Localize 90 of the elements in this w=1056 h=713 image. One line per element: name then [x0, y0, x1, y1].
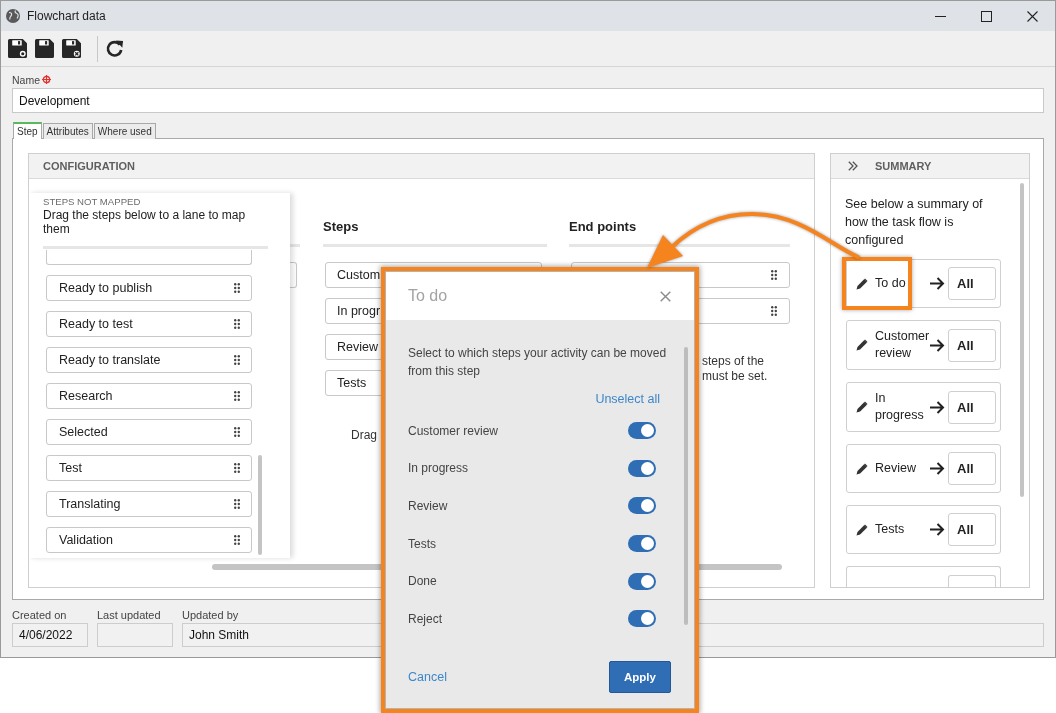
option-label: Review: [408, 499, 448, 513]
close-icon[interactable]: [1026, 10, 1038, 22]
toggle-switch[interactable]: [628, 497, 656, 515]
drag-handle-icon[interactable]: [234, 535, 240, 545]
summary-card[interactable]: Customer review All: [846, 320, 1001, 370]
tab[interactable]: Attributes: [42, 123, 93, 139]
option-label: In progress: [408, 461, 469, 476]
field-label: Name: [12, 73, 40, 86]
vertical-scrollbar[interactable]: [1020, 183, 1024, 497]
toggle-switch[interactable]: [628, 572, 656, 590]
section-title: SUMMARY: [875, 160, 932, 172]
summary-card[interactable]: In progress All: [846, 382, 1001, 432]
step-name: To do: [875, 275, 907, 292]
drag-handle-icon[interactable]: [234, 319, 240, 329]
toggle-switch[interactable]: [628, 610, 656, 628]
cut-off-step-card: [290, 262, 297, 288]
double-chevron-icon[interactable]: [848, 161, 858, 171]
readonly-field[interactable]: 4/06/2022: [12, 623, 88, 647]
toggle-switch[interactable]: [628, 535, 656, 553]
pencil-icon: [856, 277, 868, 290]
drag-handle-icon[interactable]: [234, 427, 240, 437]
drag-handle-icon[interactable]: [771, 306, 777, 316]
section-title: CONFIGURATION: [43, 160, 136, 172]
arrow-right-icon: [930, 462, 945, 475]
toggle-switch[interactable]: [628, 459, 656, 477]
option-label: Done: [408, 574, 437, 589]
globe-icon: [6, 9, 20, 23]
step-card[interactable]: Ready to translate: [46, 347, 252, 373]
arrow-right-icon: [930, 400, 945, 414]
allowed-steps-field: All: [948, 452, 996, 485]
summary-card[interactable]: Review All: [846, 444, 1001, 493]
vertical-scrollbar[interactable]: [684, 347, 688, 625]
allowed-steps-field: All: [948, 390, 996, 424]
save-icon[interactable]: [35, 39, 54, 58]
arrow-right-icon: [930, 338, 945, 352]
step-card[interactable]: Selected: [46, 419, 252, 445]
pencil-icon: [856, 401, 868, 413]
allowed-steps-field: All: [948, 513, 996, 546]
hint-text: Drag the steps below to a lane to map them: [43, 208, 247, 236]
step-card[interactable]: Translating: [46, 491, 252, 517]
toggle-switch[interactable]: [628, 422, 656, 440]
lane-title: Steps: [323, 219, 359, 235]
drop-hint: Drag: [351, 428, 377, 443]
step-card[interactable]: Test: [46, 455, 252, 481]
refresh-icon[interactable]: [105, 39, 124, 58]
step-name: Tests: [875, 521, 906, 538]
arrow-right-icon: [930, 277, 945, 290]
tab[interactable]: Where used: [93, 123, 156, 139]
vertical-scrollbar[interactable]: [258, 455, 262, 555]
maximize-icon[interactable]: [980, 10, 992, 22]
drag-handle-icon[interactable]: [234, 355, 240, 365]
note-text: steps of the: [702, 354, 765, 369]
apply-button[interactable]: Apply: [609, 661, 671, 693]
window-title: Flowchart data: [27, 9, 106, 23]
arrow-right-icon: [930, 523, 945, 536]
pencil-icon: [856, 339, 868, 351]
lane-title: End points: [569, 219, 637, 235]
summary-text: See below a summary of how the task flow is configured: [845, 196, 984, 249]
step-name: In progress: [875, 390, 925, 424]
field-label: Created on: [12, 608, 67, 622]
drag-handle-icon[interactable]: [771, 270, 777, 280]
readonly-field[interactable]: [97, 623, 173, 647]
dialog-title: To do: [408, 287, 448, 305]
option-label: Reject: [408, 611, 442, 626]
field-label: Last updated: [97, 608, 161, 622]
step-name: Review: [875, 460, 917, 477]
pencil-icon: [856, 523, 868, 536]
summary-card[interactable]: Tests All: [846, 505, 1001, 554]
name-input[interactable]: Development: [12, 88, 1044, 113]
field-label: Updated by: [182, 608, 239, 622]
step-card[interactable]: Validation: [46, 527, 252, 553]
drag-handle-icon[interactable]: [234, 499, 240, 509]
step-card[interactable]: Research: [46, 383, 252, 409]
drag-handle-icon[interactable]: [234, 391, 240, 401]
dialog-text: Select to which steps your activity can be moved from this step: [408, 345, 668, 380]
allowed-steps-field: All: [948, 328, 996, 362]
allowed-steps-field: All: [948, 267, 996, 300]
floppy-disk-x-icon[interactable]: [62, 39, 81, 58]
option-label: Customer review: [408, 423, 499, 438]
section-title: STEPS NOT MAPPED: [43, 196, 141, 208]
step-name: Customer review: [875, 328, 929, 362]
step-card[interactable]: Ready to publish: [46, 275, 252, 301]
drag-handle-icon[interactable]: [234, 463, 240, 473]
drag-handle-icon[interactable]: [234, 283, 240, 293]
option-label: Tests: [408, 536, 436, 551]
minimize-icon[interactable]: [934, 15, 946, 17]
step-card[interactable]: Ready to test: [46, 311, 252, 337]
pencil-icon: [856, 462, 868, 475]
tab[interactable]: Step: [13, 122, 42, 139]
note-text: must be set.: [702, 369, 768, 384]
